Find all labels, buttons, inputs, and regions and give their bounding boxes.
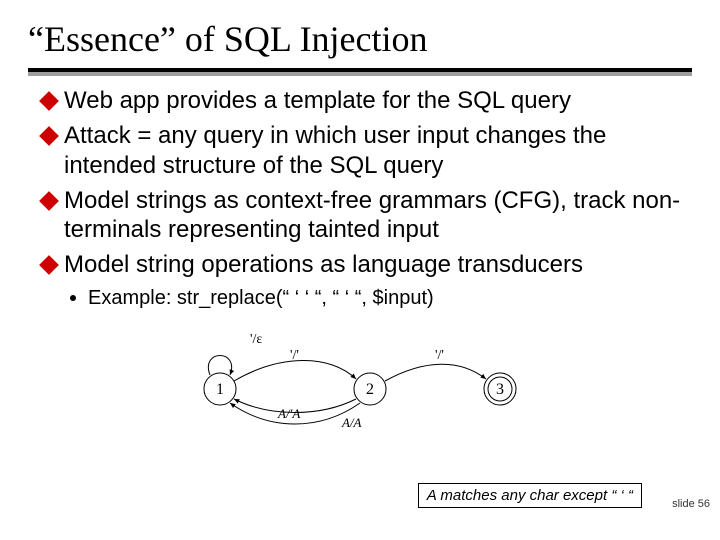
edge-label: '/' — [435, 348, 444, 363]
diamond-icon — [39, 191, 59, 211]
edge-label: A/'A — [277, 406, 300, 421]
diagram-caption: A matches any char except “ ‘ “ — [418, 483, 642, 508]
diamond-icon — [39, 126, 59, 146]
dot-icon — [70, 295, 76, 301]
bullet-list: Web app provides a template for the SQL … — [0, 86, 720, 311]
diamond-icon — [39, 91, 59, 111]
diamond-icon — [39, 255, 59, 275]
state-label: 1 — [216, 381, 224, 398]
bullet-item: Attack = any query in which user input c… — [42, 121, 690, 180]
edge-label: A/A — [341, 415, 362, 429]
transducer-diagram: 1 2 3 '/ε '/' '/' A/'A A/A — [160, 319, 560, 429]
bullet-item: Web app provides a template for the SQL … — [42, 86, 690, 115]
slide-number: slide 56 — [672, 498, 710, 510]
bullet-text: Web app provides a template for the SQL … — [64, 86, 571, 115]
slide-title: “Essence” of SQL Injection — [0, 0, 720, 68]
slide: “Essence” of SQL Injection Web app provi… — [0, 0, 720, 540]
sub-bullet-text: Example: str_replace(“ ‘ ‘ “, “ ‘ “, $in… — [88, 286, 434, 311]
state-label: 2 — [366, 381, 374, 398]
bullet-text: Attack = any query in which user input c… — [64, 121, 690, 180]
state-label: 3 — [496, 381, 504, 398]
edge-label: '/' — [290, 348, 299, 363]
bullet-item: Model string operations as language tran… — [42, 250, 690, 279]
title-underline — [28, 68, 692, 72]
sub-bullet: Example: str_replace(“ ‘ ‘ “, “ ‘ “, $in… — [70, 286, 690, 311]
bullet-item: Model strings as context-free grammars (… — [42, 186, 690, 245]
edge-label: '/ε — [250, 332, 262, 347]
bullet-text: Model string operations as language tran… — [64, 250, 583, 279]
bullet-text: Model strings as context-free grammars (… — [64, 186, 690, 245]
